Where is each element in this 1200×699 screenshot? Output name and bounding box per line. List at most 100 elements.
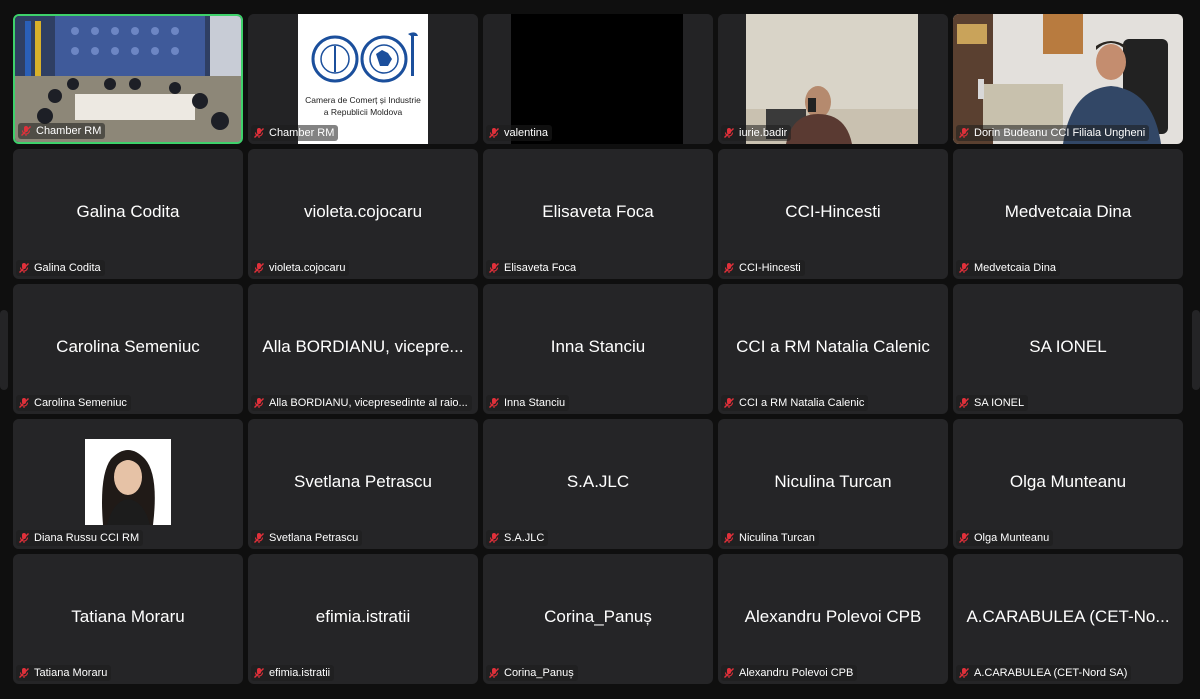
participant-name-label: Chamber RM bbox=[18, 123, 106, 139]
mic-muted-icon bbox=[488, 262, 500, 274]
participant-name-label: Medvetcaia Dina bbox=[956, 260, 1060, 276]
participant-name-label: Galina Codita bbox=[16, 260, 105, 276]
participant-tile[interactable]: SA IONEL SA IONEL bbox=[953, 284, 1183, 414]
participant-name: Alexandru Polevoi CPB bbox=[739, 667, 854, 679]
participant-display-name: Inna Stanciu bbox=[550, 337, 646, 356]
participant-name: Elisaveta Foca bbox=[504, 262, 577, 274]
participant-display-name: CCI a RM Natalia Calenic bbox=[736, 337, 930, 356]
participant-name-label: efimia.istratii bbox=[251, 665, 335, 681]
mic-muted-icon bbox=[488, 397, 500, 409]
participant-display-name: Svetlana Petrascu bbox=[294, 472, 432, 491]
participant-tile[interactable]: Camera de Comerț și Industrie a Republici… bbox=[248, 14, 478, 144]
participant-display-name: Alexandru Polevoi CPB bbox=[744, 607, 922, 626]
mic-muted-icon bbox=[253, 532, 265, 544]
participant-name: valentina bbox=[504, 127, 549, 139]
participant-tile[interactable]: violeta.cojocaru violeta.cojocaru bbox=[248, 149, 478, 279]
participant-name-label: Olga Munteanu bbox=[956, 530, 1054, 546]
mic-muted-icon bbox=[253, 667, 265, 679]
mic-muted-icon bbox=[20, 125, 32, 137]
participant-name-label: Alexandru Polevoi CPB bbox=[721, 665, 858, 681]
mic-muted-icon bbox=[723, 127, 735, 139]
participant-display-name: Elisaveta Foca bbox=[542, 202, 654, 221]
participant-tile[interactable]: CCI a RM Natalia Calenic CCI a RM Natalia… bbox=[718, 284, 948, 414]
participant-name: Chamber RM bbox=[36, 125, 102, 137]
mic-muted-icon bbox=[488, 127, 500, 139]
participant-tile[interactable]: Dorin Budeanu CCI Filiala Ungheni bbox=[953, 14, 1183, 144]
participant-name: S.A.JLC bbox=[504, 532, 545, 544]
mic-muted-icon bbox=[958, 127, 970, 139]
participant-tile[interactable]: Diana Russu CCI RM bbox=[13, 419, 243, 549]
participant-tile[interactable]: Elisaveta Foca Elisaveta Foca bbox=[483, 149, 713, 279]
participant-name: CCI-Hincesti bbox=[739, 262, 801, 274]
participant-name: efimia.istratii bbox=[269, 667, 331, 679]
participant-name: Niculina Turcan bbox=[739, 532, 815, 544]
mic-muted-icon bbox=[488, 667, 500, 679]
participant-name: Inna Stanciu bbox=[504, 397, 566, 409]
participant-tile[interactable]: Tatiana Moraru Tatiana Moraru bbox=[13, 554, 243, 684]
participant-tile[interactable]: CCI-Hincesti CCI-Hincesti bbox=[718, 149, 948, 279]
participant-name-label: iurie.badir bbox=[721, 125, 792, 141]
participant-tile[interactable]: Chamber RM bbox=[13, 14, 243, 144]
mic-muted-icon bbox=[723, 262, 735, 274]
participant-tile[interactable]: valentina bbox=[483, 14, 713, 144]
participant-tile[interactable]: Niculina Turcan Niculina Turcan bbox=[718, 419, 948, 549]
participant-name: Carolina Semeniuc bbox=[34, 397, 127, 409]
left-scroll-handle[interactable] bbox=[0, 310, 8, 390]
participant-name-label: Diana Russu CCI RM bbox=[16, 530, 144, 546]
participant-tile[interactable]: Alexandru Polevoi CPB Alexandru Polevoi C… bbox=[718, 554, 948, 684]
participant-tile[interactable]: efimia.istratii efimia.istratii bbox=[248, 554, 478, 684]
participant-tile[interactable]: Olga Munteanu Olga Munteanu bbox=[953, 419, 1183, 549]
participant-name-label: Elisaveta Foca bbox=[486, 260, 581, 276]
participant-name-label: valentina bbox=[486, 125, 553, 141]
participant-name-label: S.A.JLC bbox=[486, 530, 549, 546]
participant-display-name: SA IONEL bbox=[1029, 337, 1107, 356]
participant-tile[interactable]: Carolina Semeniuc Carolina Semeniuc bbox=[13, 284, 243, 414]
mic-muted-icon bbox=[253, 127, 265, 139]
mic-muted-icon bbox=[723, 397, 735, 409]
participant-tile[interactable]: S.A.JLC S.A.JLC bbox=[483, 419, 713, 549]
right-scroll-handle[interactable] bbox=[1192, 310, 1200, 390]
participant-name: iurie.badir bbox=[739, 127, 788, 139]
participant-display-name: Olga Munteanu bbox=[1009, 472, 1127, 491]
participant-name-label: SA IONEL bbox=[956, 395, 1029, 411]
participant-tile[interactable]: Inna Stanciu Inna Stanciu bbox=[483, 284, 713, 414]
mic-muted-icon bbox=[958, 262, 970, 274]
participant-tile[interactable]: iurie.badir bbox=[718, 14, 948, 144]
participant-tile[interactable]: Alla BORDIANU, vicepre... Alla BORDIANU, … bbox=[248, 284, 478, 414]
mic-muted-icon bbox=[253, 262, 265, 274]
participant-name-label: Tatiana Moraru bbox=[16, 665, 112, 681]
participant-name: Corina_Panuș bbox=[504, 667, 574, 679]
participant-tile[interactable]: Corina_Panuș Corina_Panuș bbox=[483, 554, 713, 684]
participant-grid: Chamber RM Camera de Comerț și Industrie a… bbox=[13, 14, 1183, 684]
participant-display-name: S.A.JLC bbox=[566, 472, 630, 491]
participant-tile[interactable]: A.CARABULEA (CET-No... A.CARABULEA (CET-N… bbox=[953, 554, 1183, 684]
participant-display-name: Carolina Semeniuc bbox=[56, 337, 200, 356]
participant-name-label: Corina_Panuș bbox=[486, 665, 578, 681]
participant-name-label: A.CARABULEA (CET-Nord SA) bbox=[956, 665, 1132, 681]
participant-display-name: A.CARABULEA (CET-No... bbox=[966, 607, 1170, 626]
participant-tile[interactable]: Galina Codita Galina Codita bbox=[13, 149, 243, 279]
mic-muted-icon bbox=[723, 667, 735, 679]
mic-muted-icon bbox=[18, 532, 30, 544]
profile-photo bbox=[85, 439, 171, 525]
participant-name-label: Svetlana Petrascu bbox=[251, 530, 363, 546]
logo-text-line2: a Republicii Moldova bbox=[323, 107, 403, 117]
mic-muted-icon bbox=[958, 397, 970, 409]
mic-muted-icon bbox=[18, 397, 30, 409]
participant-name: Alla BORDIANU, vicepresedinte al raio... bbox=[269, 397, 468, 409]
participant-name: violeta.cojocaru bbox=[269, 262, 346, 274]
participant-name: Dorin Budeanu CCI Filiala Ungheni bbox=[974, 127, 1146, 139]
participant-name-label: Niculina Turcan bbox=[721, 530, 819, 546]
participant-tile[interactable]: Svetlana Petrascu Svetlana Petrascu bbox=[248, 419, 478, 549]
participant-name: Chamber RM bbox=[269, 127, 335, 139]
mic-muted-icon bbox=[488, 532, 500, 544]
mic-muted-icon bbox=[958, 532, 970, 544]
participant-display-name: efimia.istratii bbox=[315, 607, 411, 626]
participant-display-name: Alla BORDIANU, vicepre... bbox=[262, 337, 464, 356]
participant-name: Diana Russu CCI RM bbox=[34, 532, 140, 544]
participant-tile[interactable]: Medvetcaia Dina Medvetcaia Dina bbox=[953, 149, 1183, 279]
participant-name: Svetlana Petrascu bbox=[269, 532, 359, 544]
participant-name: SA IONEL bbox=[974, 397, 1025, 409]
participant-display-name: Tatiana Moraru bbox=[71, 607, 185, 626]
participant-name: Medvetcaia Dina bbox=[974, 262, 1056, 274]
